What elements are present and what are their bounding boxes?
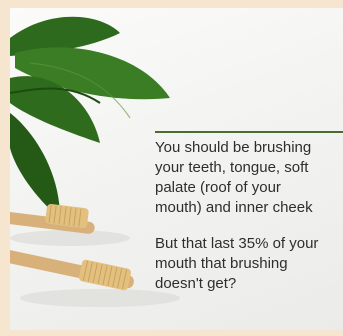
body-text: You should be brushing your teeth, tongu…	[155, 138, 343, 294]
body-line: palate (roof of your	[155, 179, 281, 196]
body-line: You should be brushing	[155, 139, 312, 156]
body-line: mouth that brushing	[155, 255, 288, 272]
body-line: your teeth, tongue, soft	[155, 159, 309, 176]
title-divider	[155, 131, 343, 133]
leaf	[10, 113, 60, 218]
slide-frame: You should be brushing your teeth, tongu…	[0, 0, 343, 336]
body-line: But that last 35% of your	[155, 235, 319, 252]
bamboo-toothbrush-1	[10, 203, 95, 234]
body-line: doesn't get?	[155, 275, 237, 292]
body-line: mouth) and inner cheek	[155, 199, 313, 216]
bamboo-toothbrush-2	[10, 249, 134, 291]
leaf-group	[10, 16, 170, 218]
